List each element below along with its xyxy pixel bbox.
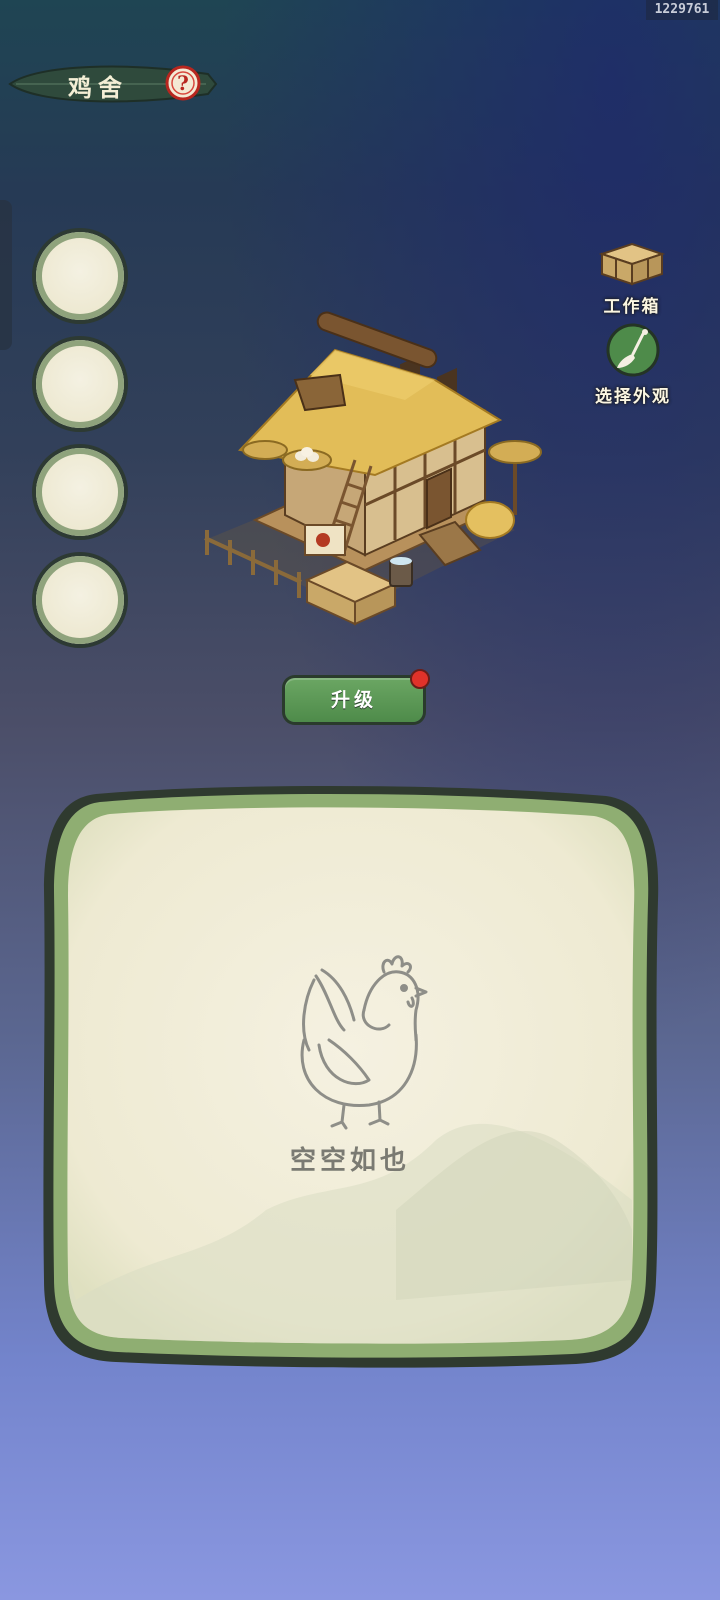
chicken-list-panel: 空空如也 [36, 780, 664, 1370]
page-title: 鸡舍 [68, 73, 128, 102]
toolbox-label: 工作箱 [603, 297, 661, 317]
side-drawer-handle[interactable] [0, 200, 12, 350]
upgrade-button[interactable]: 升级 [285, 669, 430, 722]
chicken-slot-2[interactable] [36, 340, 124, 428]
empty-state-text: 空空如也 [289, 1146, 410, 1176]
help-icon[interactable]: ? [164, 64, 202, 102]
title-banner: 鸡舍 ? [8, 60, 218, 108]
chicken-slot-3[interactable] [36, 448, 124, 536]
select-appearance-button[interactable]: 选择外观 [588, 322, 678, 407]
game-screen: 1229761 鸡舍 ? 工作箱 选择外观 升级 空空如也 [0, 0, 720, 1600]
toolbox-chest-icon [598, 242, 666, 286]
select-appearance-label: 选择外观 [595, 387, 671, 407]
help-glyph: ? [177, 71, 189, 95]
chicken-slot-4[interactable] [36, 556, 124, 644]
chicken-coop-building[interactable] [195, 310, 555, 630]
brush-icon [606, 323, 660, 377]
image-id-watermark: 1229761 [646, 0, 718, 20]
chicken-illustration [284, 940, 434, 1130]
notification-dot [410, 669, 430, 689]
upgrade-label: 升级 [330, 689, 377, 711]
chicken-slot-1[interactable] [36, 232, 124, 320]
toolbox-button[interactable]: 工作箱 [594, 240, 670, 317]
